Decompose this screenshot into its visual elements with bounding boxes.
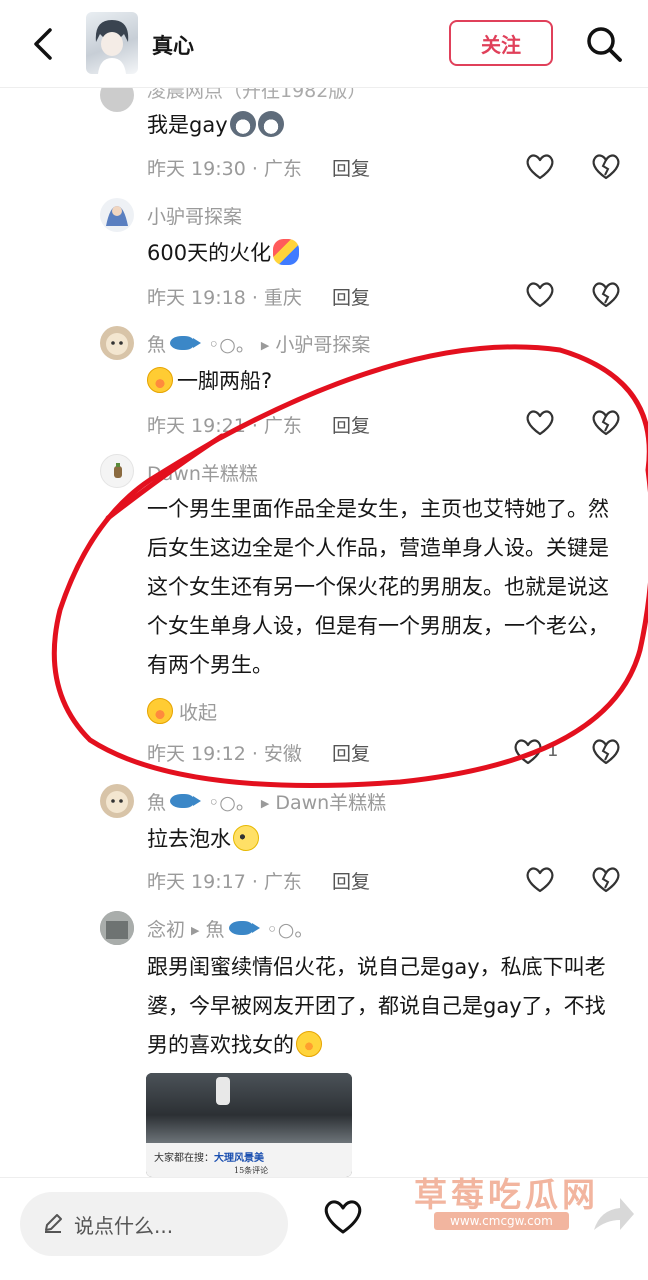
watermark-url: www.cmcgw.com [434, 1212, 569, 1230]
smile-emoji-icon [296, 1031, 322, 1057]
reply-target-name[interactable]: 魚 [205, 919, 224, 941]
comment-text: 一脚两船? [147, 362, 617, 401]
like-count: 1 [547, 740, 559, 761]
heart-icon[interactable] [524, 279, 556, 309]
person-figure [216, 1077, 230, 1105]
reply-button[interactable]: 回复 [332, 867, 370, 894]
back-arrow-icon[interactable] [28, 26, 60, 62]
reply-target-name[interactable]: Dawn羊糕糕 [275, 792, 386, 814]
heart-icon[interactable] [524, 151, 556, 181]
follow-button[interactable]: 关注 [449, 20, 553, 66]
comment-text-body: 一脚两船? [177, 369, 273, 393]
laugh-cry-emoji-icon [147, 367, 173, 393]
comment-text: 跟男闺蜜续情侣火花，说自己是gay，私底下叫老婆，今早被网友开团了，都说自己是g… [147, 948, 617, 1065]
comment-text: 拉去泡水 [147, 820, 617, 859]
comment-image[interactable]: 大家都在搜：大理风景美 15条评论 [146, 1073, 352, 1177]
reply-arrow-icon: ▶ [260, 797, 270, 810]
comment-input[interactable]: 说点什么... [20, 1192, 288, 1256]
comment-text-body: 拉去泡水 [147, 827, 231, 851]
reply-button[interactable]: 回复 [332, 154, 370, 181]
comment-text-body: 我是gay [147, 113, 228, 137]
comment-text: 我是gay [147, 106, 617, 145]
watermark-text: 草莓吃瓜网 [414, 1175, 599, 1214]
commenter-avatar[interactable] [100, 784, 134, 818]
laugh-cry-emoji-icon [147, 698, 173, 724]
comment-meta: 昨天 19:18 · 重庆 [147, 287, 302, 309]
reply-target-name[interactable]: 小驴哥探案 [275, 334, 370, 356]
image-search-text: 大家都在搜：大理风景美 [154, 1149, 264, 1164]
reply-arrow-icon: ▶ [191, 924, 200, 937]
commenter-name-text: 念初 [147, 919, 186, 941]
comment-meta: 昨天 19:17 · 广东 [147, 871, 302, 893]
commenter-avatar[interactable] [100, 326, 134, 360]
reply-target-suffix: ◦○。 [266, 919, 314, 941]
commenter-name[interactable]: 小驴哥探案 [147, 202, 242, 229]
comment-text-body: 600天的火化 [147, 241, 272, 265]
husky-emoji-icon [229, 111, 256, 137]
reply-button[interactable]: 回复 [332, 411, 370, 438]
top-bar: 真心 关注 [0, 0, 648, 88]
heart-icon[interactable] [512, 736, 544, 766]
commenter-name-suffix: ◦○。 [208, 792, 255, 814]
comment-text-body: 跟男闺蜜续情侣火花，说自己是gay，私底下叫老婆，今早被网友开团了，都说自己是g… [147, 955, 606, 1057]
bottom-bar: 说点什么... 草莓吃瓜网 www.cmcgw.com [0, 1175, 648, 1280]
fish-emoji-icon [170, 794, 202, 808]
author-avatar[interactable] [86, 12, 138, 74]
comment-meta: 昨天 19:30 · 广东 [147, 158, 302, 180]
heart-icon[interactable] [524, 407, 556, 437]
comment-input-placeholder: 说点什么... [74, 1214, 174, 1238]
dizzy-emoji-icon [233, 825, 259, 851]
comment-text: 600天的火化 [147, 234, 617, 273]
reply-button[interactable]: 回复 [332, 739, 370, 766]
comment-image-search-bar: 大家都在搜：大理风景美 15条评论 [146, 1143, 352, 1177]
commenter-name[interactable]: Dawn羊糕糕 [147, 459, 258, 486]
collapse-label: 收起 [179, 702, 218, 724]
image-comment-count: 15条评论 [234, 1166, 269, 1175]
commenter-name[interactable]: 魚 ◦○。 ▶ Dawn羊糕糕 [147, 788, 386, 815]
fish-emoji-icon [228, 921, 260, 935]
commenter-name-text: 魚 [147, 792, 167, 814]
commenter-name[interactable]: 魚 ◦○。 ▶ 小驴哥探案 [147, 330, 370, 357]
share-arrow-icon[interactable] [588, 1190, 636, 1240]
commenter-name-text: 魚 [147, 334, 167, 356]
fish-emoji-icon [170, 336, 202, 350]
comment-image-photo [146, 1073, 352, 1143]
dislike-heart-icon[interactable] [590, 736, 622, 766]
husky-emoji-icon [257, 111, 284, 137]
image-search-term: 大理风景美 [214, 1153, 264, 1164]
comment-meta: 昨天 19:12 · 安徽 [147, 743, 302, 765]
dislike-heart-icon[interactable] [590, 279, 622, 309]
reply-button[interactable]: 回复 [332, 283, 370, 310]
commenter-name-suffix: ◦○。 [208, 334, 255, 356]
search-icon[interactable] [584, 24, 624, 64]
collapse-toggle[interactable]: 收起 [147, 698, 217, 725]
commenter-avatar[interactable] [100, 911, 134, 945]
author-name: 真心 [152, 34, 194, 58]
rocket-emoji-icon [273, 239, 300, 265]
commenter-name[interactable]: 念初 ▶ 魚 ◦○。 [147, 915, 313, 942]
pencil-icon [45, 1214, 62, 1233]
heart-icon[interactable] [322, 1196, 364, 1236]
commenter-avatar[interactable] [100, 198, 134, 232]
commenter-avatar[interactable] [100, 454, 134, 488]
dislike-heart-icon[interactable] [590, 864, 622, 894]
dislike-heart-icon[interactable] [590, 151, 622, 181]
comment-text: 一个男生里面作品全是女生，主页也艾特她了。然后女生这边全是个人作品，营造单身人设… [147, 497, 609, 677]
heart-icon[interactable] [524, 864, 556, 894]
image-search-prefix: 大家都在搜： [154, 1153, 214, 1164]
reply-arrow-icon: ▶ [260, 339, 270, 352]
dislike-heart-icon[interactable] [590, 407, 622, 437]
comment-meta: 昨天 19:21 · 广东 [147, 415, 302, 437]
